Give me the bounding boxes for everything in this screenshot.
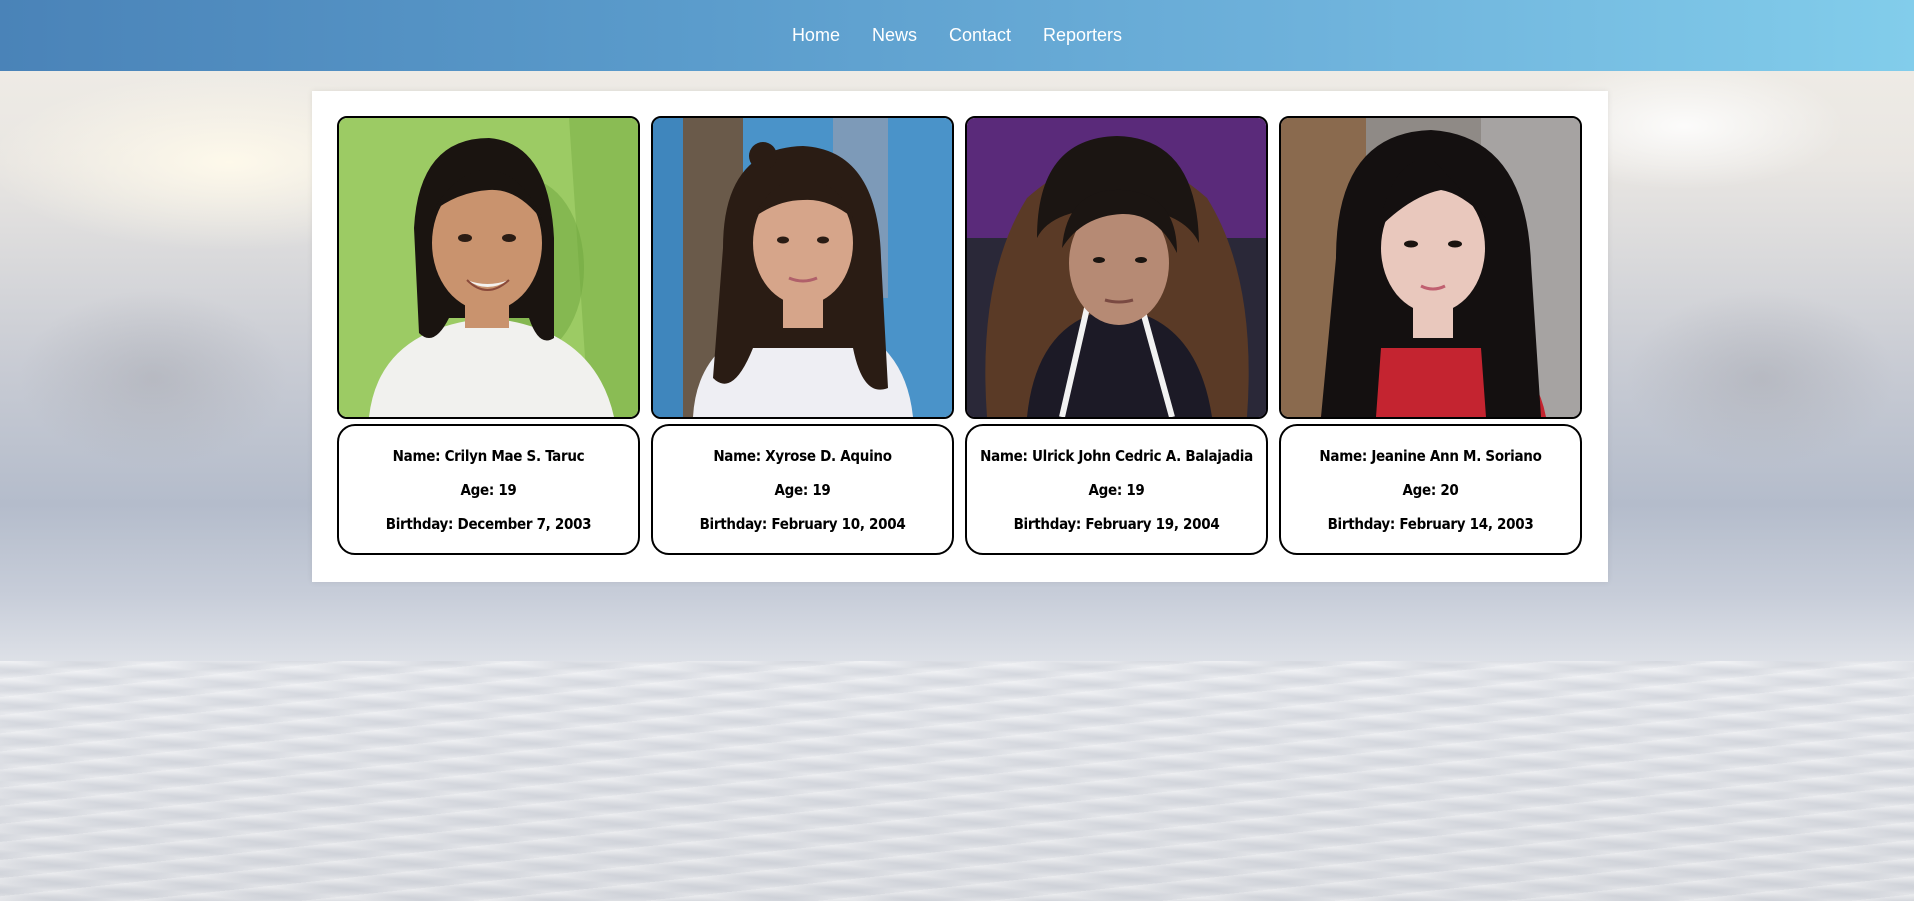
reporter-age: Age: 19 <box>1088 480 1145 499</box>
portrait-image <box>967 118 1266 417</box>
nav-home-link[interactable]: Home <box>776 25 856 46</box>
reporter-age: Age: 20 <box>1402 480 1459 499</box>
reporter-photo <box>337 116 640 419</box>
reporter-age: Age: 19 <box>460 480 517 499</box>
reporter-age: Age: 19 <box>774 480 831 499</box>
reporter-info: Name: Xyrose D. Aquino Age: 19 Birthday:… <box>651 424 954 555</box>
nav-reporters-link[interactable]: Reporters <box>1027 25 1138 46</box>
reporter-cards: Name: Crilyn Mae S. Taruc Age: 19 Birthd… <box>337 116 1582 555</box>
reporter-info: Name: Ulrick John Cedric A. Balajadia Ag… <box>965 424 1268 555</box>
reporters-panel: Name: Crilyn Mae S. Taruc Age: 19 Birthd… <box>312 91 1608 582</box>
reporter-birthday: Birthday: February 14, 2003 <box>1327 514 1534 533</box>
reporter-card: Name: Xyrose D. Aquino Age: 19 Birthday:… <box>651 116 954 555</box>
reporter-photo <box>651 116 954 419</box>
background-snow <box>0 661 1914 901</box>
nav-contact-link[interactable]: Contact <box>933 25 1027 46</box>
reporter-birthday: Birthday: February 19, 2004 <box>1013 514 1220 533</box>
portrait-image <box>339 118 638 417</box>
reporter-name: Name: Jeanine Ann M. Soriano <box>1319 446 1542 465</box>
reporter-name: Name: Ulrick John Cedric A. Balajadia <box>980 446 1253 465</box>
top-navbar: Home News Contact Reporters <box>0 0 1914 71</box>
nav-news-link[interactable]: News <box>856 25 933 46</box>
reporter-birthday: Birthday: December 7, 2003 <box>385 514 592 533</box>
nav-links: Home News Contact Reporters <box>776 25 1138 46</box>
reporter-photo <box>965 116 1268 419</box>
reporter-photo <box>1279 116 1582 419</box>
reporter-name: Name: Xyrose D. Aquino <box>713 446 892 465</box>
reporter-card: Name: Crilyn Mae S. Taruc Age: 19 Birthd… <box>337 116 640 555</box>
portrait-image <box>1281 118 1580 417</box>
reporter-info: Name: Jeanine Ann M. Soriano Age: 20 Bir… <box>1279 424 1582 555</box>
reporter-card: Name: Jeanine Ann M. Soriano Age: 20 Bir… <box>1279 116 1582 555</box>
reporter-info: Name: Crilyn Mae S. Taruc Age: 19 Birthd… <box>337 424 640 555</box>
reporter-name: Name: Crilyn Mae S. Taruc <box>392 446 585 465</box>
reporter-card: Name: Ulrick John Cedric A. Balajadia Ag… <box>965 116 1268 555</box>
portrait-image <box>653 118 952 417</box>
reporter-birthday: Birthday: February 10, 2004 <box>699 514 906 533</box>
